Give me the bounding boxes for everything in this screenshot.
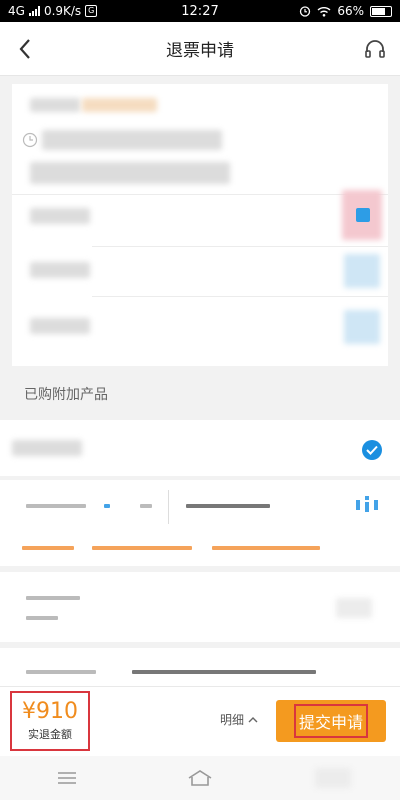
wifi-icon (317, 6, 331, 17)
redacted-text (186, 504, 270, 508)
refund-amount: ¥910 (22, 699, 78, 724)
redacted-text (92, 546, 192, 550)
divider (12, 194, 388, 195)
home-icon (188, 770, 212, 786)
carrier-badge: G (85, 5, 98, 17)
divider (168, 490, 169, 524)
menu-button[interactable] (47, 763, 87, 793)
status-right: 66% (242, 4, 392, 18)
divider (92, 296, 388, 297)
redacted-toggle[interactable] (336, 598, 372, 618)
addons-section-label: 已购附加产品 (24, 387, 108, 403)
home-button[interactable] (180, 763, 220, 793)
redacted-text (30, 162, 230, 184)
clock-icon (22, 132, 38, 148)
network-speed: 0.9K/s (43, 4, 82, 18)
submit-label: 提交申请 (293, 704, 368, 738)
alarm-icon (300, 6, 311, 17)
headphones-icon (365, 39, 385, 58)
back-nav-button[interactable] (313, 763, 353, 793)
divider (92, 246, 388, 247)
redacted-label (30, 318, 90, 334)
battery-icon (370, 5, 392, 17)
submit-button[interactable]: 提交申请 (276, 700, 386, 742)
redacted-text (82, 98, 157, 112)
selected-indicator[interactable] (356, 208, 370, 222)
redacted-text (42, 130, 222, 150)
redacted-text (30, 98, 80, 112)
redacted-label (30, 208, 90, 224)
redacted-text (26, 670, 96, 674)
redacted-block (344, 254, 380, 288)
chevron-up-icon (248, 717, 258, 723)
battery-percent: 66% (337, 4, 364, 18)
check-icon (366, 445, 378, 455)
refund-label: 实退金额 (28, 728, 72, 741)
customer-service-button[interactable] (350, 22, 400, 76)
status-left: 4G 0.9K/s G (8, 4, 158, 18)
redacted-text (26, 616, 58, 620)
redacted-text (22, 546, 74, 550)
redacted-text (132, 670, 316, 674)
redacted-text (212, 546, 320, 550)
header: 退票申请 (0, 22, 400, 76)
page-title: 退票申请 (166, 41, 234, 61)
refund-summary: ¥910 实退金额 (10, 691, 90, 751)
addon-detail-card (0, 480, 400, 566)
back-nav-icon (315, 768, 352, 788)
detail-label: 明细 (220, 713, 245, 727)
menu-icon (57, 772, 76, 784)
signal-icon (28, 6, 40, 16)
status-bar: 4G 0.9K/s G 12:27 66% (0, 0, 400, 22)
addon-item[interactable] (0, 420, 400, 476)
redacted-text (140, 504, 152, 508)
ticket-card (12, 84, 388, 366)
addon-item (0, 648, 400, 688)
info-icon[interactable] (356, 496, 378, 512)
bottom-action-bar: ¥910 实退金额 明细 提交申请 (0, 686, 400, 756)
redacted-text (104, 504, 110, 508)
chevron-left-icon (19, 38, 30, 59)
redacted-text (26, 596, 80, 600)
redacted-text (26, 504, 86, 508)
system-nav-bar (0, 756, 400, 800)
network-type: 4G (8, 4, 25, 18)
back-button[interactable] (0, 22, 50, 76)
redacted-text (12, 440, 82, 456)
detail-toggle[interactable]: 明细 (220, 711, 258, 728)
redacted-block (344, 310, 380, 344)
addon-selected-checkbox[interactable] (362, 440, 382, 460)
addon-item[interactable] (0, 572, 400, 642)
status-time: 12:27 (181, 3, 219, 19)
redacted-label (30, 262, 90, 278)
